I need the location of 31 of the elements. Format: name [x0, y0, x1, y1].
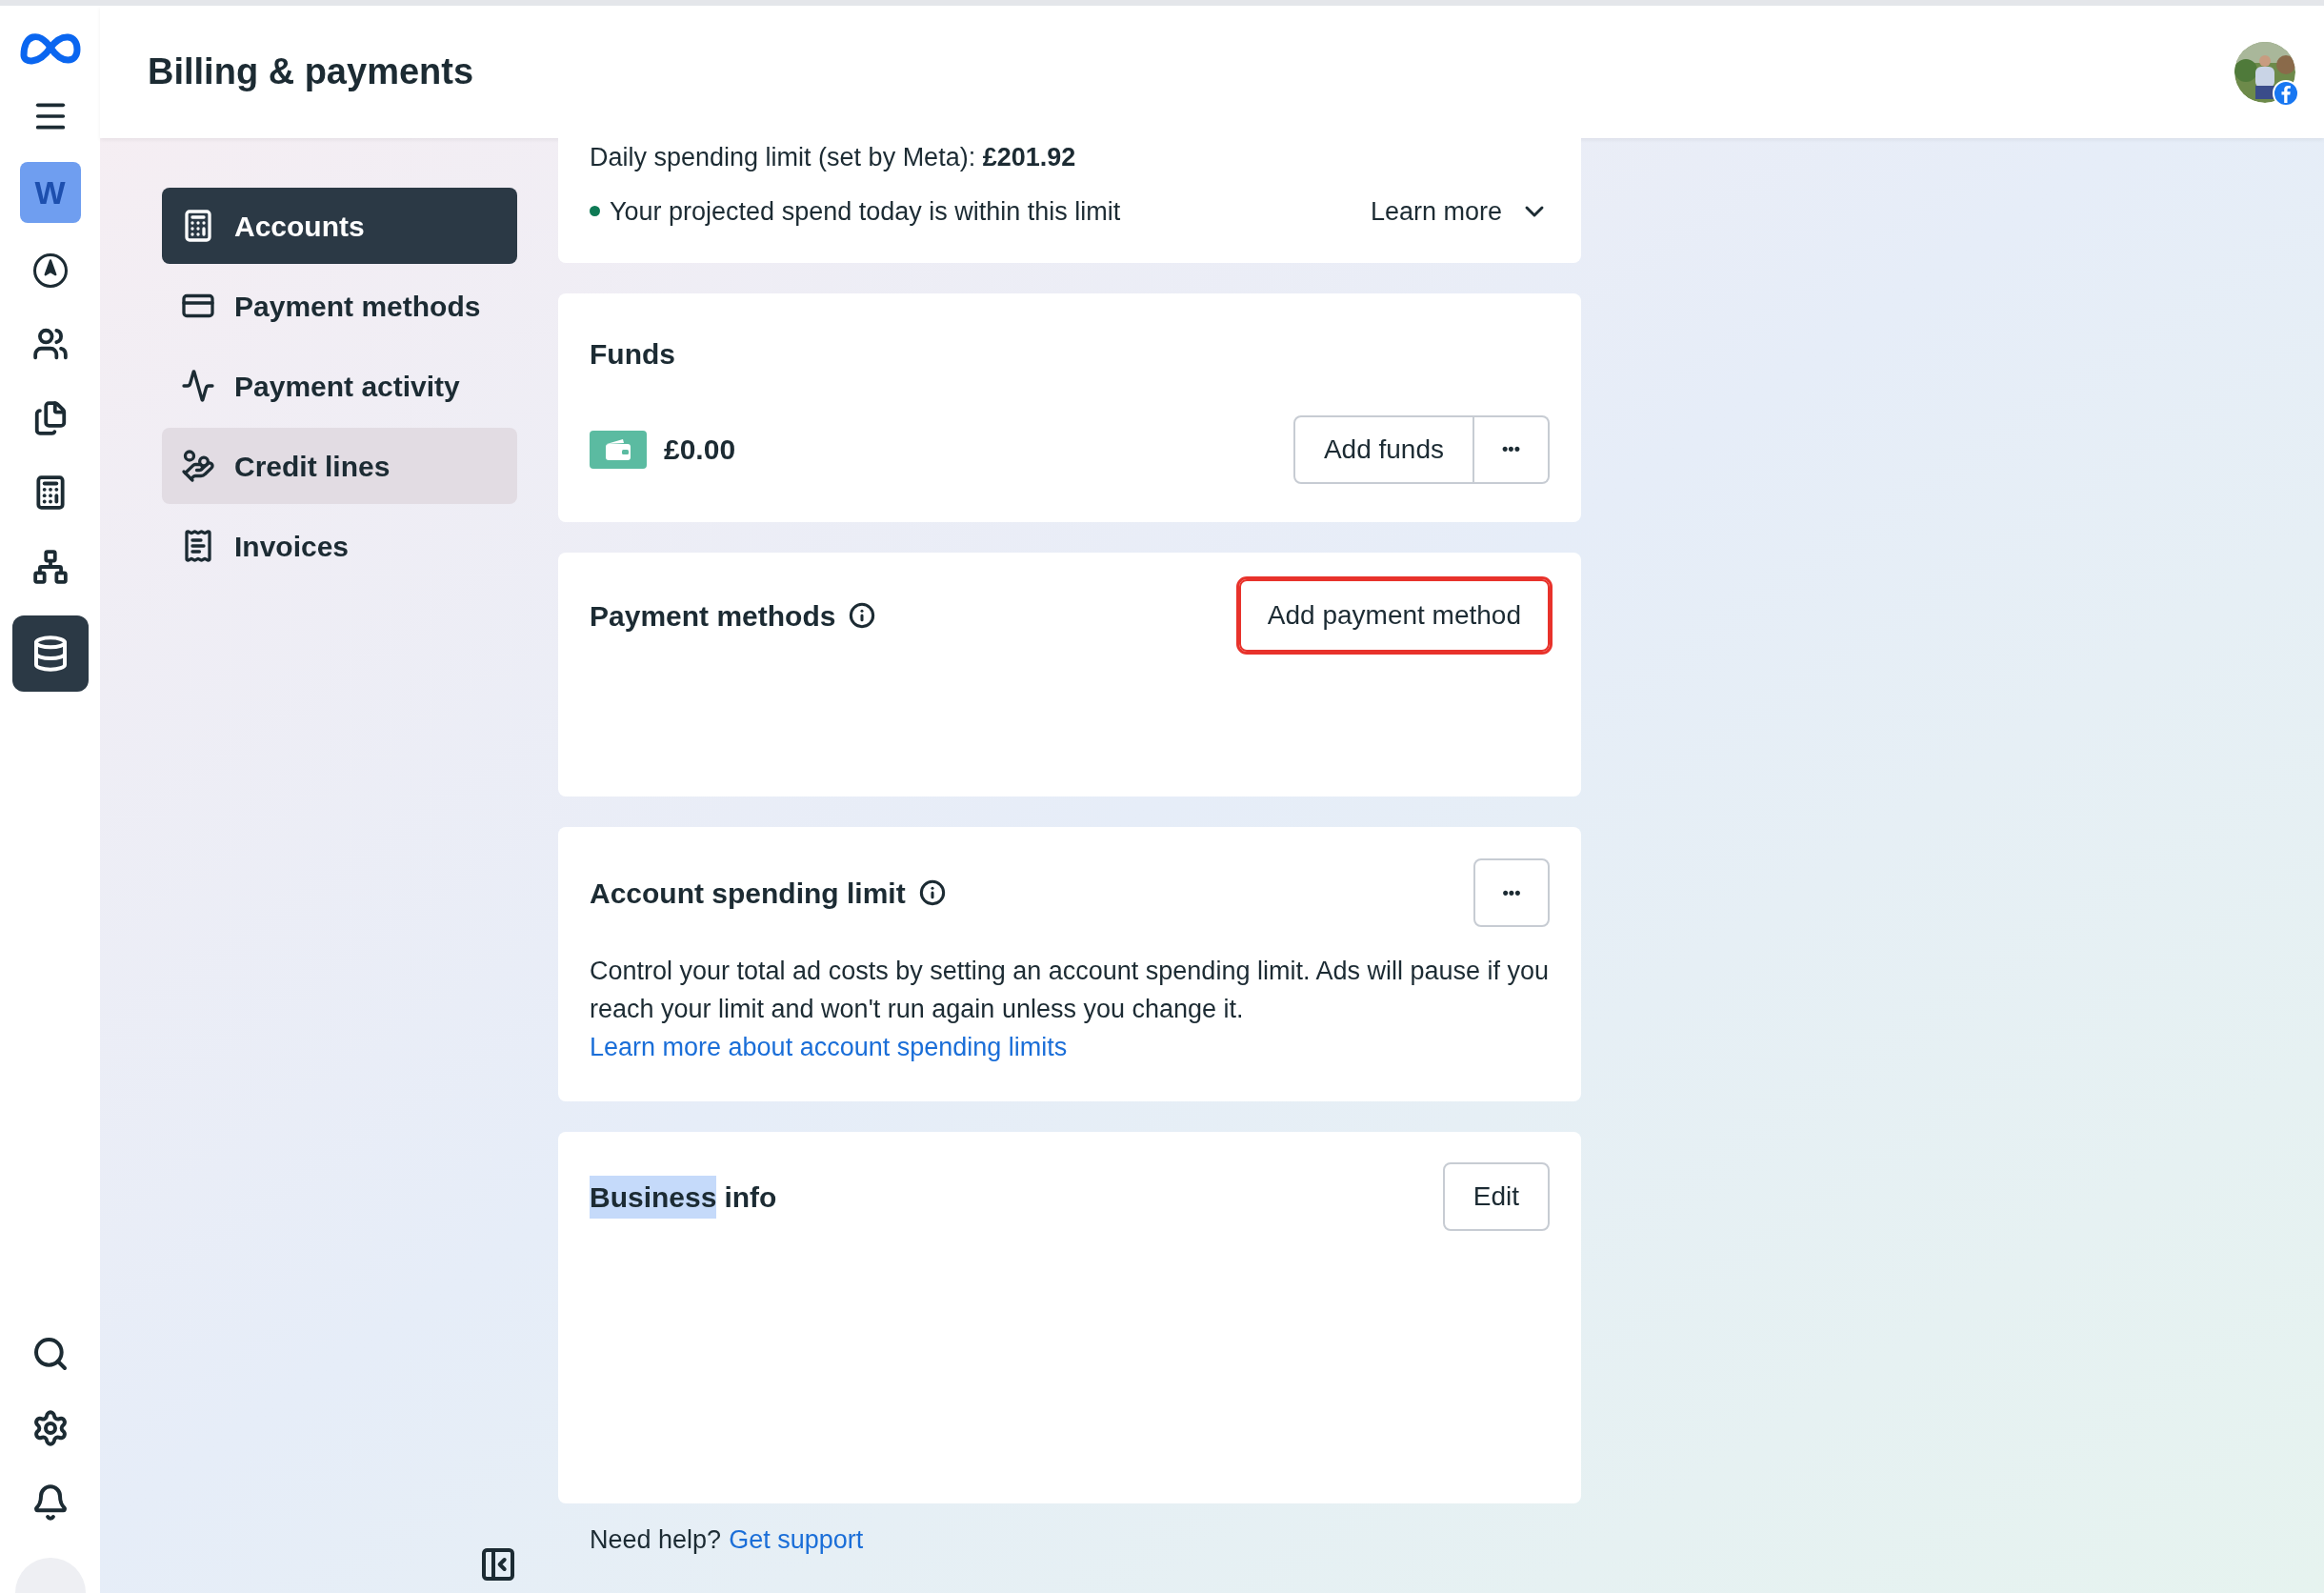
- get-support-link[interactable]: Get support: [729, 1521, 864, 1560]
- balance-amount: £0.00: [664, 433, 736, 467]
- card-title: Funds: [590, 336, 676, 372]
- facebook-badge-icon: [2273, 79, 2299, 107]
- collapse-panel-icon[interactable]: [479, 1545, 517, 1583]
- sidebar-item[interactable]: Payment activity: [162, 348, 517, 424]
- info-icon[interactable]: [849, 602, 876, 629]
- spending-limit-description: Control your total ad costs by setting an account spending limit. Ads will pause if you reach your limit and won't run again unless you change it. Learn more about account spending limits: [590, 956, 1550, 1063]
- more-button[interactable]: •••: [1473, 858, 1550, 927]
- info-icon[interactable]: [918, 879, 946, 906]
- sidebar-item[interactable]: Credit lines: [162, 428, 517, 504]
- sidebar-item[interactable]: Invoices: [162, 508, 517, 584]
- daily-limit-text: Daily spending limit (set by Meta): £201.92: [590, 142, 1077, 173]
- wallet-icon: [590, 430, 647, 469]
- learn-more-toggle[interactable]: Learn more: [1370, 192, 1550, 231]
- billing-tab[interactable]: [11, 615, 89, 692]
- card-title: Payment methods: [590, 598, 836, 634]
- hand-coins-icon: [181, 449, 215, 483]
- learn-more-link[interactable]: Learn more about account spending limits: [590, 1033, 1068, 1061]
- sidebar-item[interactable]: Payment methods: [162, 268, 517, 344]
- activity-icon: [181, 369, 215, 403]
- add-payment-method-button[interactable]: Add payment method: [1238, 579, 1550, 652]
- card-title: Business info: [590, 1175, 777, 1219]
- edit-button[interactable]: Edit: [1442, 1162, 1550, 1231]
- status-text: Your projected spend today is within this limit: [610, 195, 1121, 228]
- more-button[interactable]: •••: [1474, 414, 1550, 484]
- add-funds-button[interactable]: Add funds: [1292, 414, 1474, 484]
- sidebar-item[interactable]: Accounts: [162, 188, 517, 264]
- card-title: Account spending limit: [590, 876, 906, 911]
- page-title: Billing & payments: [148, 50, 474, 93]
- help-text: Need help?: [590, 1524, 722, 1556]
